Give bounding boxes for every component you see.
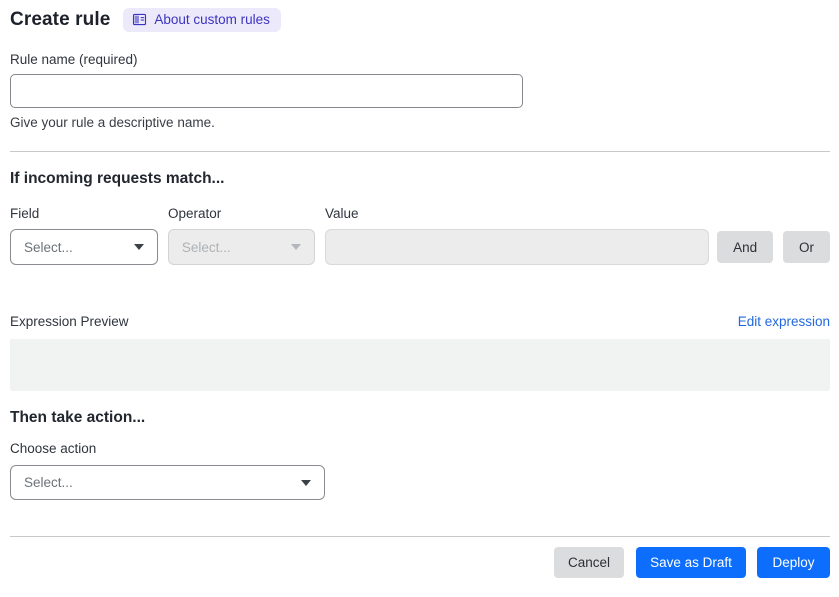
expression-preview-row: Expression Preview Edit expression [10,314,830,329]
value-label: Value [325,206,359,221]
create-rule-page: Create rule About custom rules Rule name… [0,0,839,578]
operator-select-value: Select... [181,239,231,255]
match-section-heading: If incoming requests match... [10,170,225,187]
section-divider-top [10,151,830,152]
rule-name-helper-text: Give your rule a descriptive name. [10,115,215,130]
expression-preview-label: Expression Preview [10,314,129,329]
rule-name-input[interactable] [10,74,523,108]
match-controls-row: Select... Select... And Or [10,229,830,265]
cancel-button[interactable]: Cancel [554,547,624,578]
rule-name-label: Rule name (required) [10,52,138,67]
page-title: Create rule [10,9,111,30]
chevron-down-icon [133,244,144,250]
and-button[interactable]: And [717,231,774,263]
or-button[interactable]: Or [783,231,830,263]
section-divider-bottom [10,536,830,537]
about-custom-rules-link[interactable]: About custom rules [123,8,281,32]
operator-select[interactable]: Select... [167,229,315,265]
value-input[interactable] [324,229,710,265]
page-header: Create rule About custom rules [10,8,830,32]
about-badge-label: About custom rules [154,12,270,27]
operator-label: Operator [168,206,222,221]
expression-preview-box [10,339,830,391]
chevron-down-icon [290,244,301,250]
field-select[interactable]: Select... [10,229,158,265]
field-label: Field [10,206,40,221]
footer-actions: Cancel Save as Draft Deploy [10,547,830,578]
deploy-button[interactable]: Deploy [757,547,830,578]
save-as-draft-button[interactable]: Save as Draft [636,547,746,578]
edit-expression-link[interactable]: Edit expression [738,314,830,329]
field-select-value: Select... [24,239,73,255]
choose-action-label: Choose action [10,441,97,456]
chevron-down-icon [301,479,311,486]
choose-action-select-value: Select... [24,475,73,490]
book-icon [132,12,147,27]
match-column-labels: Field Operator Value [10,206,830,221]
choose-action-select[interactable]: Select... [10,465,325,500]
action-section-heading: Then take action... [10,409,146,426]
